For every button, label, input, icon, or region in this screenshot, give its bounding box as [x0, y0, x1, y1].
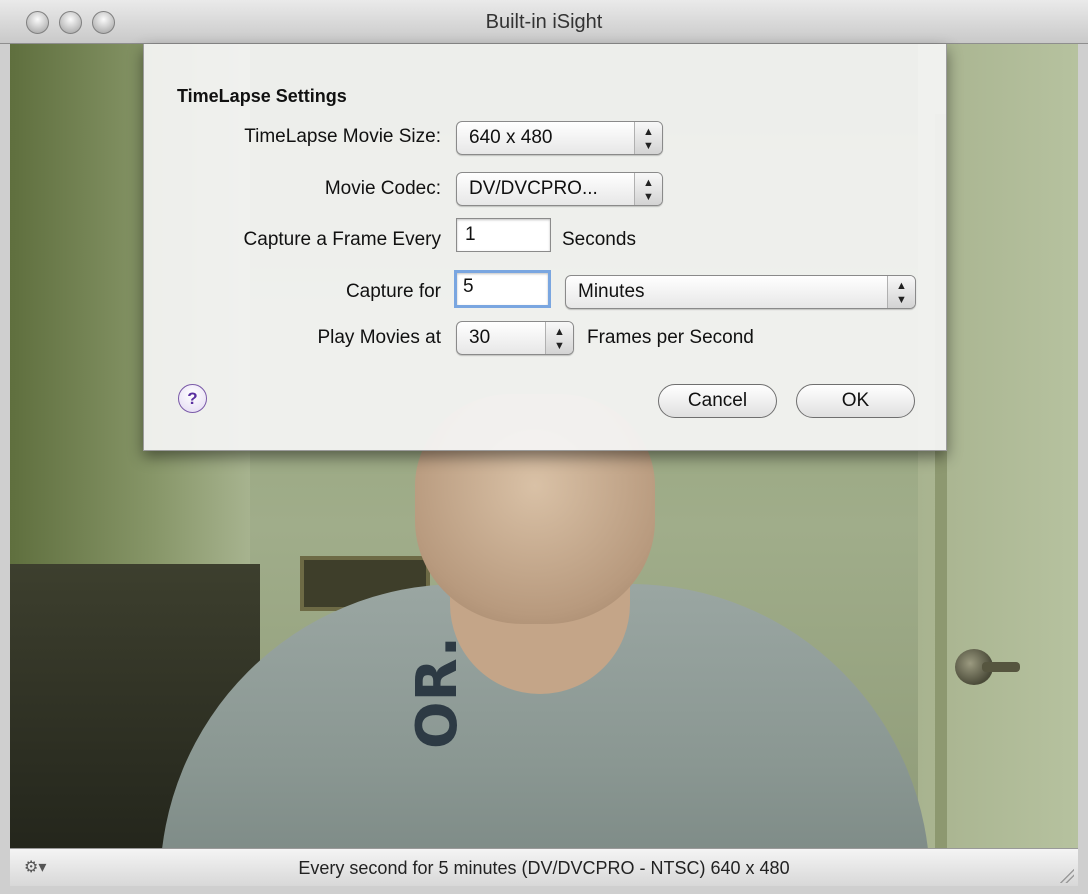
popup-arrows-icon: ▲ ▼	[887, 276, 915, 308]
title-bar[interactable]: Built-in iSight	[0, 0, 1088, 44]
movie-size-label: TimeLapse Movie Size:	[244, 126, 441, 147]
codec-popup[interactable]: DV/DVCPRO... ▲ ▼	[456, 172, 663, 206]
ok-button[interactable]: OK	[796, 384, 915, 418]
capture-interval-field[interactable]: 1	[456, 218, 551, 252]
play-at-label: Play Movies at	[317, 327, 441, 348]
door-handle	[982, 662, 1020, 672]
codec-label: Movie Codec:	[324, 178, 441, 199]
resize-grip-icon[interactable]	[1058, 867, 1074, 883]
capture-every-label: Capture a Frame Every	[243, 229, 441, 250]
status-bar: ⚙▾ Every second for 5 minutes (DV/DVCPRO…	[10, 848, 1078, 886]
popup-arrows-icon: ▲ ▼	[634, 122, 662, 154]
movie-size-value: 640 x 480	[469, 127, 553, 148]
capture-every-unit: Seconds	[562, 229, 636, 250]
cancel-button[interactable]: Cancel	[658, 384, 777, 418]
popup-arrows-icon: ▲ ▼	[634, 173, 662, 205]
capture-duration-field[interactable]: 5	[454, 270, 551, 308]
isight-window: Built-in iSight OR. TimeLapse Settings T…	[0, 0, 1088, 894]
help-button[interactable]: ?	[178, 384, 207, 413]
help-icon: ?	[187, 389, 198, 408]
capture-for-label: Capture for	[345, 281, 441, 302]
frame-rate-popup[interactable]: 30 ▲ ▼	[456, 321, 574, 355]
movie-size-popup[interactable]: 640 x 480 ▲ ▼	[456, 121, 663, 155]
frame-rate-value: 30	[469, 327, 491, 348]
status-text: Every second for 5 minutes (DV/DVCPRO - …	[298, 858, 790, 878]
duration-unit-value: Minutes	[578, 281, 645, 302]
timelapse-settings-sheet: TimeLapse Settings TimeLapse Movie Size:…	[143, 44, 947, 451]
frame-rate-unit: Frames per Second	[587, 327, 754, 348]
window-title: Built-in iSight	[485, 11, 603, 33]
popup-arrows-icon: ▲ ▼	[545, 322, 573, 354]
codec-value: DV/DVCPRO...	[469, 178, 598, 199]
sheet-heading: TimeLapse Settings	[177, 86, 347, 106]
shirt-print: OR.	[405, 635, 470, 749]
duration-unit-popup[interactable]: Minutes ▲ ▼	[565, 275, 916, 309]
